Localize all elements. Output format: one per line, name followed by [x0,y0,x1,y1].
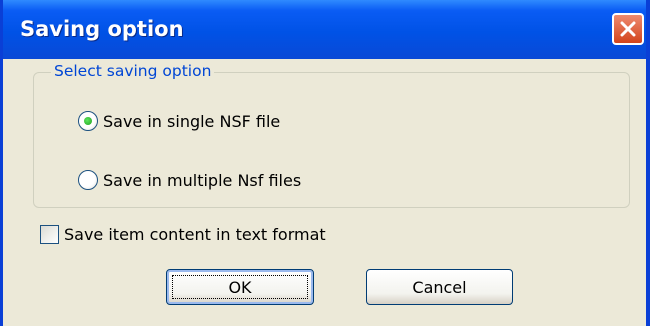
close-button[interactable] [612,13,644,45]
radio-button[interactable] [78,170,98,190]
checkbox-label: Save item content in text format [64,225,326,244]
checkbox[interactable] [40,225,59,244]
radio-label-multiple: Save in multiple Nsf files [103,170,302,190]
title-bar[interactable]: Saving option [3,0,646,59]
ok-button[interactable]: OK [166,269,314,305]
focus-rect [172,275,308,299]
checkbox-text-format[interactable]: Save item content in text format [40,225,326,244]
dialog-title: Saving option [20,17,184,41]
group-legend: Select saving option [51,62,215,80]
radio-multiple-nsf[interactable]: Save in multiple Nsf files [78,170,301,190]
cancel-label: Cancel [412,277,467,297]
radio-button-selected[interactable] [78,111,98,131]
cancel-button[interactable]: Cancel [366,269,513,305]
radio-single-nsf[interactable]: Save in single NSF file [78,111,280,131]
close-icon [620,21,636,37]
radio-label-single: Save in single NSF file [103,111,281,131]
